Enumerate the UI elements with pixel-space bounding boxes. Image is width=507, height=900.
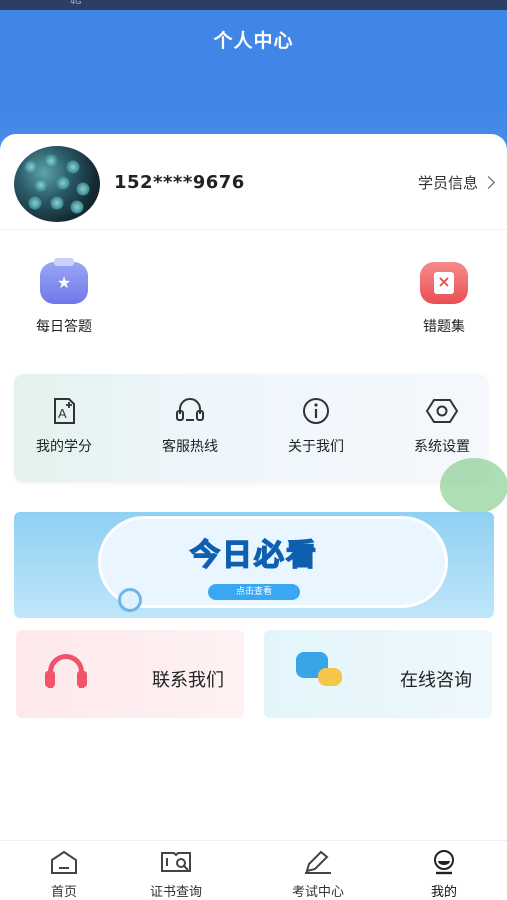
- student-info-label: 学员信息: [417, 174, 478, 192]
- bottom-tab-bar: 首页 证书查询 考试中心 我的: [0, 840, 507, 900]
- header: 个人中心: [0, 10, 507, 150]
- my-credits-button[interactable]: A 我的学分: [16, 396, 112, 456]
- service-hotline-label: 客服热线: [162, 439, 218, 455]
- profile-icon: [434, 850, 454, 875]
- wrong-book-icon: [420, 262, 468, 304]
- medal-icon: [40, 258, 88, 304]
- system-settings-label: 系统设置: [414, 439, 470, 455]
- daily-quiz-label: 每日答题: [36, 319, 92, 335]
- chevron-right-icon: [482, 176, 495, 189]
- tab-home[interactable]: 首页: [16, 849, 112, 900]
- about-us-button[interactable]: 关于我们: [268, 396, 364, 456]
- credit-icon: A: [54, 398, 75, 424]
- online-consult-label: 在线咨询: [400, 670, 472, 691]
- certificate-search-icon: [161, 852, 191, 872]
- profile-row[interactable]: 152****9676 学员信息: [0, 134, 507, 230]
- status-bar: 4G: [0, 0, 507, 10]
- phone-number: 152****9676: [114, 172, 245, 193]
- svg-text:A: A: [58, 406, 67, 421]
- tab-certificate-search-label: 证书查询: [149, 885, 202, 900]
- tab-exam-center-label: 考试中心: [291, 885, 344, 900]
- about-us-label: 关于我们: [288, 439, 344, 455]
- banner-view-button[interactable]: 点击查看: [208, 584, 300, 600]
- status-text: 4G: [70, 0, 82, 6]
- settings-icon: [425, 399, 459, 423]
- tab-exam-center[interactable]: 考试中心: [270, 849, 366, 900]
- system-settings-button[interactable]: 系统设置: [394, 396, 490, 456]
- service-hotline-button[interactable]: 客服热线: [142, 396, 238, 456]
- magnifier-icon: [118, 588, 142, 612]
- tab-mine[interactable]: 我的: [396, 849, 492, 900]
- content-card: 152****9676 学员信息 每日答题 错题集 A 我的学分: [0, 134, 507, 840]
- home-icon: [51, 850, 77, 874]
- student-info-link[interactable]: 学员信息: [417, 172, 495, 193]
- pencil-icon: [305, 850, 331, 874]
- contact-us-label: 联系我们: [152, 670, 224, 691]
- headset-icon: [45, 654, 87, 688]
- wrong-questions-button[interactable]: 错题集: [404, 262, 484, 336]
- info-icon: [303, 398, 329, 424]
- online-consult-card[interactable]: 在线咨询: [264, 630, 492, 718]
- chat-bubble-icon: [318, 668, 342, 686]
- banner-headline: 今日必看: [189, 537, 318, 574]
- tab-certificate-search[interactable]: 证书查询: [128, 849, 224, 900]
- floating-touch-button[interactable]: [440, 458, 507, 514]
- avatar[interactable]: [14, 146, 100, 222]
- wrong-questions-label: 错题集: [423, 319, 465, 335]
- page-title: 个人中心: [213, 30, 294, 52]
- headset-icon: [176, 398, 204, 421]
- tab-home-label: 首页: [50, 885, 77, 900]
- my-credits-label: 我的学分: [36, 439, 92, 455]
- daily-quiz-button[interactable]: 每日答题: [24, 258, 104, 336]
- tools-panel: A 我的学分 客服热线 关于我们 系统设置: [14, 374, 488, 482]
- today-must-read-banner[interactable]: 今日必看 点击查看: [14, 512, 494, 618]
- contact-us-card[interactable]: 联系我们: [16, 630, 244, 718]
- tab-mine-label: 我的: [430, 885, 457, 900]
